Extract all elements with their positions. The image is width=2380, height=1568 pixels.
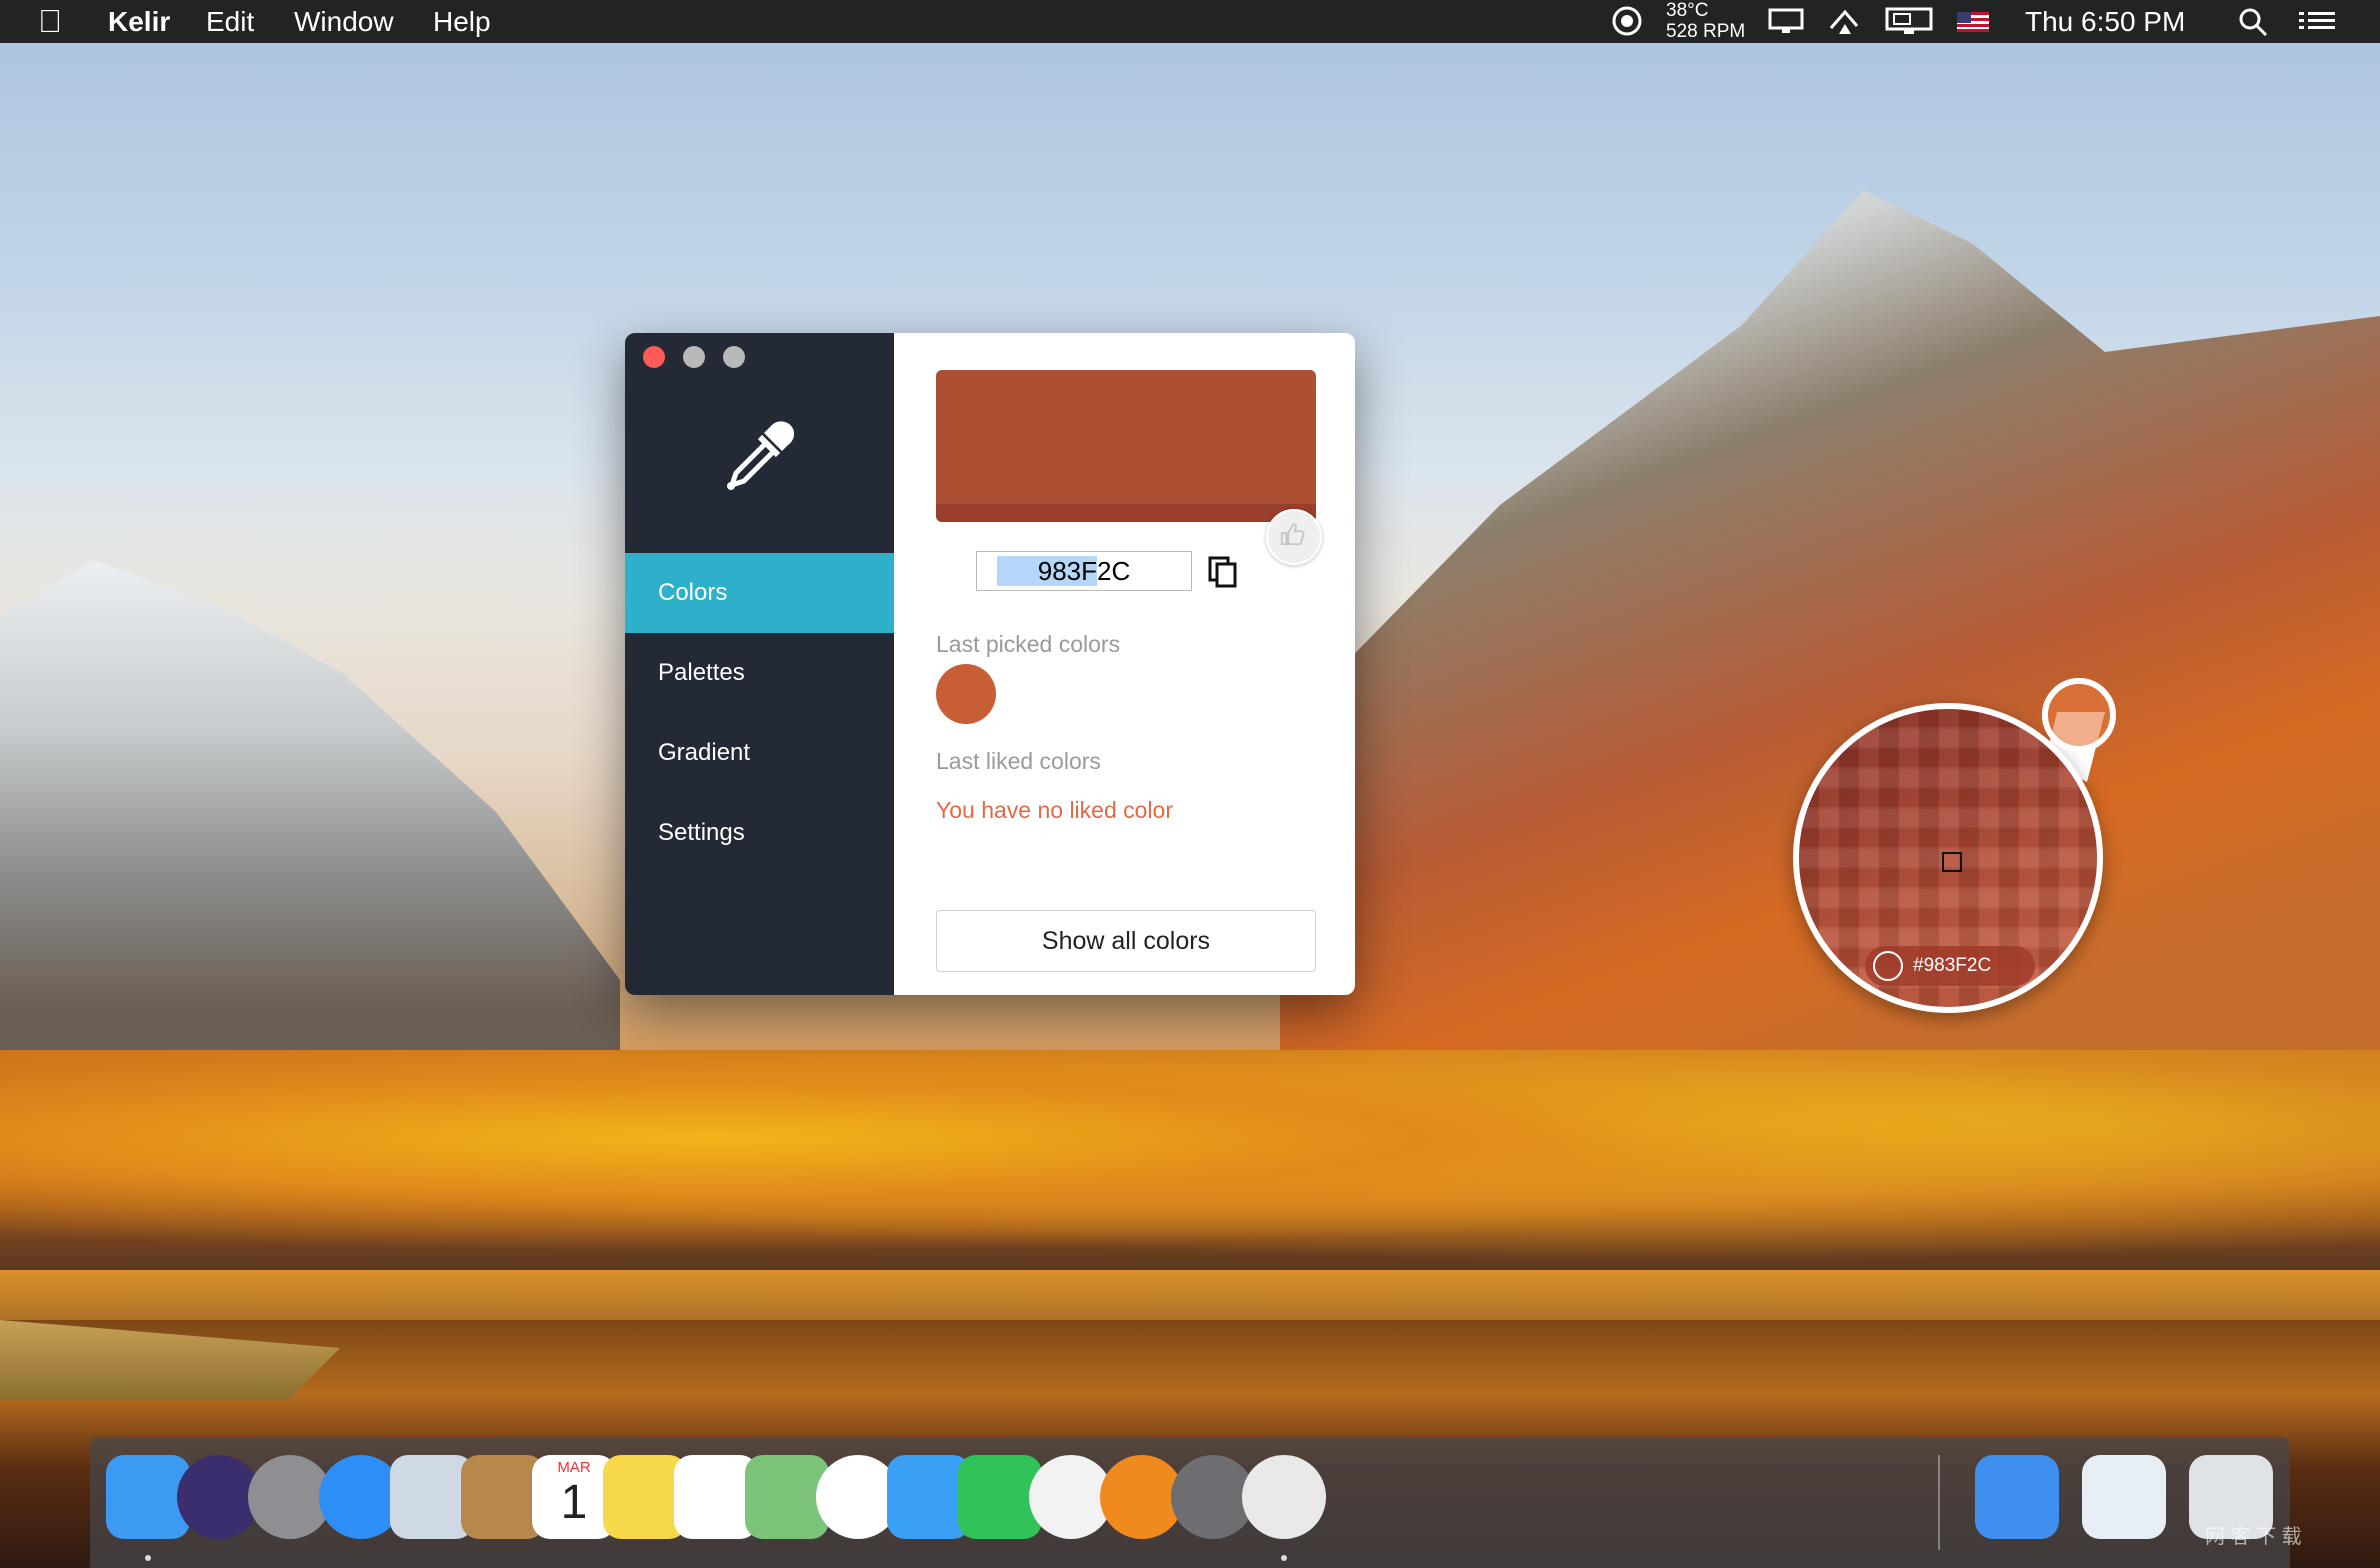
- kelir-icon[interactable]: [1242, 1455, 1326, 1539]
- magnifier-color-readout: #983F2C: [1865, 946, 2035, 986]
- screen-mirroring-icon[interactable]: [1884, 6, 1934, 36]
- thumbs-up-icon: [1280, 523, 1305, 546]
- dock-divider: [1938, 1455, 1940, 1550]
- help-menu[interactable]: Help: [433, 0, 491, 43]
- eyedropper-icon: [727, 421, 795, 490]
- documents-icon[interactable]: [2082, 1455, 2166, 1539]
- spotlight-icon[interactable]: [2237, 6, 2269, 36]
- sidebar-item-label: Gradient: [658, 739, 751, 766]
- sidebar-item-palettes[interactable]: Palettes: [625, 633, 894, 713]
- sidebar-item-settings[interactable]: Settings: [625, 793, 894, 873]
- sidebar-item-gradient[interactable]: Gradient: [625, 713, 894, 793]
- color-picker-magnifier[interactable]: #983F2C: [1793, 703, 2103, 1013]
- display-icon[interactable]: [1766, 6, 1806, 36]
- sidebar-item-label: Palettes: [658, 659, 745, 686]
- clock[interactable]: Thu 6:50 PM: [2025, 0, 2185, 43]
- current-color-strip: [936, 504, 1316, 522]
- hex-value-text[interactable]: 983F2C: [976, 551, 1192, 591]
- colors-panel: 983F2C Last picked colors Last liked col…: [894, 333, 1355, 995]
- running-app-indicator: [1281, 1555, 1287, 1561]
- magnifier-crosshair: [1942, 852, 1962, 872]
- edit-menu[interactable]: Edit: [206, 0, 254, 43]
- sidebar-item-label: Colors: [658, 579, 728, 606]
- airplay-icon[interactable]: [1827, 6, 1863, 36]
- magnifier-color-circle-icon: [1873, 951, 1903, 981]
- fan-monitor-icon[interactable]: [1607, 6, 1647, 36]
- current-color-swatch: [936, 370, 1322, 565]
- app-menu[interactable]: Kelir: [108, 0, 170, 43]
- fan-monitor-readout[interactable]: 38°C 528 RPM: [1666, 0, 1745, 42]
- copy-icon[interactable]: [1206, 554, 1240, 590]
- sidebar-item-label: Settings: [658, 819, 745, 846]
- downloads-icon[interactable]: [1975, 1455, 2059, 1539]
- no-liked-message: You have no liked color: [936, 797, 1173, 823]
- show-all-colors-button[interactable]: Show all colors: [936, 910, 1316, 972]
- magnifier-hex-text: #983F2C: [1913, 955, 1992, 976]
- close-window-button[interactable]: [643, 346, 665, 368]
- apple-menu-icon[interactable]: : [38, 0, 62, 43]
- wallpaper-mountain-left: [0, 560, 620, 1120]
- maximize-window-button[interactable]: [723, 346, 745, 368]
- us-flag-icon[interactable]: [1957, 6, 1989, 36]
- window-menu[interactable]: Window: [294, 0, 394, 43]
- last-liked-label: Last liked colors: [936, 748, 1101, 774]
- watermark-text: 网 客 下 载: [2205, 1526, 2302, 1548]
- wallpaper-foliage: [0, 1050, 2380, 1270]
- minimize-window-button[interactable]: [683, 346, 705, 368]
- sidebar-item-colors[interactable]: Colors: [625, 553, 894, 633]
- running-app-indicator: [145, 1555, 151, 1561]
- last-picked-color-swatch[interactable]: [936, 664, 996, 724]
- notification-center-icon[interactable]: [2297, 6, 2337, 36]
- kelir-window: Colors Palettes Gradient Settings 983F2C: [625, 333, 1355, 995]
- magnifier-handle[interactable]: [2042, 678, 2116, 752]
- last-picked-label: Last picked colors: [936, 631, 1121, 657]
- like-color-button[interactable]: [1266, 509, 1322, 565]
- sidebar: Colors Palettes Gradient Settings: [625, 333, 894, 995]
- fan-speed-text: 528 RPM: [1666, 21, 1746, 42]
- temperature-text: 38°C: [1666, 0, 1709, 21]
- menu-bar:  Kelir Edit Window Help 38°C 528 RPM Th…: [0, 0, 2380, 43]
